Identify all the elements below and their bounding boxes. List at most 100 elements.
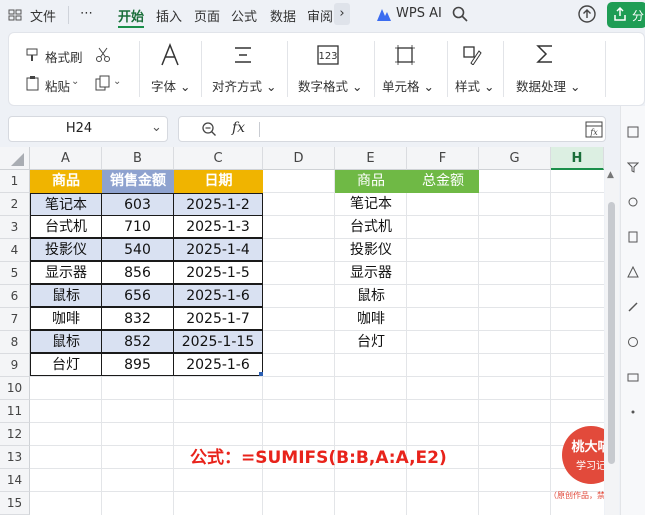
zoom-icon[interactable] [201, 121, 217, 141]
tab-data[interactable]: 数据 [270, 6, 296, 25]
col-header-d[interactable]: D [263, 147, 335, 170]
table1-cell[interactable]: 832 [101, 307, 174, 330]
row-header[interactable]: 3 [0, 216, 30, 239]
menu-file[interactable]: 文件 [30, 6, 56, 25]
expand-formula-icon[interactable]: fx [585, 121, 603, 142]
fx-icon[interactable]: fx [232, 120, 245, 136]
tab-home[interactable]: 开始 [118, 6, 144, 25]
style-button[interactable]: 样式 ⌄ [455, 76, 494, 95]
sidebar-settings-icon[interactable] [627, 196, 639, 212]
sidebar-doc-icon[interactable] [627, 231, 639, 247]
table1-cell[interactable]: 2025-1-6 [173, 284, 263, 307]
row-header[interactable]: 15 [0, 492, 30, 515]
copy-dropdown-icon[interactable]: ⌄ [113, 76, 121, 87]
formula-input[interactable]: fx fx [178, 116, 606, 142]
table2-cell[interactable]: 显示器 [335, 262, 407, 285]
sidebar-sync-icon[interactable] [627, 336, 639, 352]
row-header[interactable]: 2 [0, 193, 30, 216]
table2-header-product[interactable]: 商品 [335, 170, 407, 193]
copy-icon[interactable] [95, 75, 111, 95]
paste-dropdown-icon[interactable]: ⌄ [71, 76, 79, 87]
table1-cell[interactable]: 鼠标 [30, 284, 102, 307]
cell-button[interactable]: 单元格 ⌄ [382, 76, 434, 95]
data-processing-button[interactable]: 数据处理 ⌄ [516, 76, 580, 95]
wps-ai-button[interactable]: WPS AI [396, 6, 442, 21]
table1-header-product[interactable]: 商品 [30, 170, 102, 193]
table1-cell[interactable]: 台式机 [30, 215, 102, 238]
sidebar-more-icon[interactable] [627, 406, 639, 422]
table1-cell[interactable]: 显示器 [30, 261, 102, 284]
sidebar-layout-icon[interactable] [627, 126, 639, 142]
align-button[interactable]: 对齐方式 ⌄ [212, 76, 276, 95]
share-button[interactable]: 分 [607, 2, 645, 28]
cut-icon[interactable] [95, 47, 111, 67]
format-painter-button[interactable]: 格式刷 [45, 47, 83, 66]
tab-insert[interactable]: 插入 [156, 6, 182, 25]
row-header[interactable]: 1 [0, 170, 30, 193]
table1-cell[interactable]: 2025-1-6 [173, 353, 263, 376]
table1-cell[interactable]: 2025-1-7 [173, 307, 263, 330]
search-icon[interactable] [452, 6, 468, 26]
table1-cell[interactable]: 咖啡 [30, 307, 102, 330]
table1-cell[interactable]: 2025-1-15 [173, 330, 263, 353]
table1-cell[interactable]: 笔记本 [30, 193, 102, 216]
col-header-a[interactable]: A [30, 147, 102, 170]
table1-cell[interactable]: 2025-1-5 [173, 261, 263, 284]
table1-cell[interactable]: 895 [101, 353, 174, 376]
table1-cell[interactable]: 投影仪 [30, 238, 102, 261]
table2-cell[interactable]: 笔记本 [335, 193, 407, 216]
sidebar-tool-icon[interactable] [627, 301, 639, 317]
row-header[interactable]: 11 [0, 400, 30, 423]
sidebar-camera-icon[interactable] [627, 371, 639, 387]
row-header[interactable]: 5 [0, 262, 30, 285]
row-header[interactable]: 4 [0, 239, 30, 262]
vertical-scrollbar[interactable]: ▲ [605, 170, 619, 515]
row-header[interactable]: 8 [0, 331, 30, 354]
table1-cell[interactable]: 656 [101, 284, 174, 307]
row-header[interactable]: 13 [0, 446, 30, 469]
chevron-down-icon[interactable]: ⌄ [151, 120, 162, 135]
scroll-up-icon[interactable]: ▲ [607, 170, 614, 180]
table2-cell[interactable]: 台灯 [335, 331, 407, 354]
table1-cell[interactable]: 856 [101, 261, 174, 284]
name-box[interactable]: H24 ⌄ [8, 116, 168, 142]
tab-formula[interactable]: 公式 [231, 6, 257, 25]
table2-cell[interactable]: 鼠标 [335, 285, 407, 308]
autofill-handle[interactable] [259, 372, 263, 376]
col-header-g[interactable]: G [479, 147, 551, 170]
col-header-e[interactable]: E [335, 147, 407, 170]
font-button[interactable]: 字体 ⌄ [151, 76, 190, 95]
table1-cell[interactable]: 710 [101, 215, 174, 238]
select-all-corner[interactable] [0, 147, 30, 170]
col-header-f[interactable]: F [407, 147, 479, 170]
paste-button[interactable]: 粘贴 [45, 76, 70, 95]
col-header-h[interactable]: H [551, 147, 604, 170]
tab-page[interactable]: 页面 [194, 6, 220, 25]
table2-cell[interactable]: 投影仪 [335, 239, 407, 262]
table1-cell[interactable]: 603 [101, 193, 174, 216]
row-header[interactable]: 6 [0, 285, 30, 308]
menu-icon[interactable] [8, 8, 22, 26]
table1-cell[interactable]: 2025-1-2 [173, 193, 263, 216]
col-header-c[interactable]: C [174, 147, 263, 170]
sidebar-shape-icon[interactable] [627, 265, 639, 282]
menu-more[interactable]: ⋯ [80, 6, 93, 21]
table2-cell[interactable]: 台式机 [335, 216, 407, 239]
table1-cell[interactable]: 852 [101, 330, 174, 353]
tab-review[interactable]: 审阅 [307, 6, 335, 25]
number-format-button[interactable]: 数字格式 ⌄ [298, 76, 362, 95]
scrollbar-thumb[interactable] [608, 202, 615, 464]
sidebar-filter-icon[interactable] [626, 161, 640, 177]
table1-cell[interactable]: 鼠标 [30, 330, 102, 353]
table1-cell[interactable]: 2025-1-4 [173, 238, 263, 261]
spreadsheet-grid[interactable]: A B C D E F G H 1 2 3 4 5 6 7 8 9 10 11 … [0, 147, 604, 515]
table1-cell[interactable]: 2025-1-3 [173, 215, 263, 238]
chevron-right-icon[interactable]: › [334, 3, 350, 25]
table2-cell[interactable]: 咖啡 [335, 308, 407, 331]
table1-header-date[interactable]: 日期 [174, 170, 263, 193]
col-header-b[interactable]: B [102, 147, 174, 170]
row-header[interactable]: 10 [0, 377, 30, 400]
table2-header-total[interactable]: 总金额 [407, 170, 479, 193]
table1-cell[interactable]: 台灯 [30, 353, 102, 376]
row-header[interactable]: 9 [0, 354, 30, 377]
